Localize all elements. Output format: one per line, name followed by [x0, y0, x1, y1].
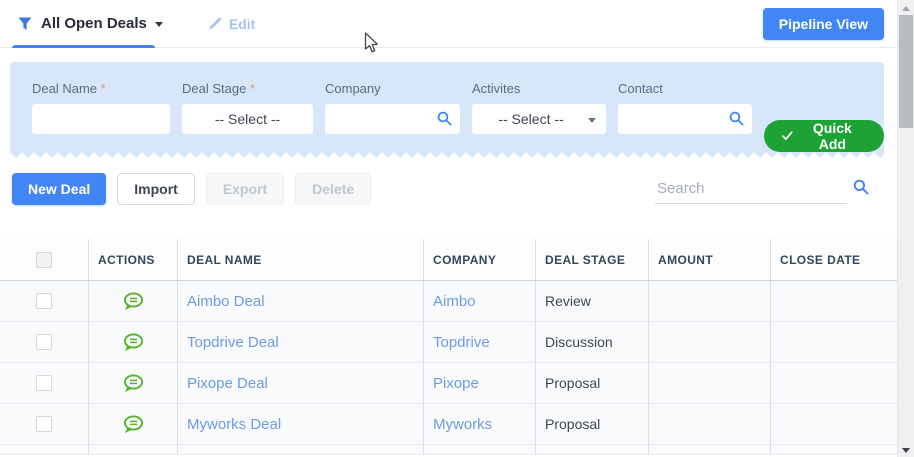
comment-bubble-icon[interactable] — [122, 414, 144, 434]
table-row-partial — [0, 445, 897, 455]
activites-label: Activites — [472, 81, 521, 96]
magnifier-icon[interactable] — [853, 179, 869, 195]
company-link[interactable]: Aimbo — [423, 281, 535, 321]
quick-add-panel: Deal Name * Deal Stage * -- Select -- Co… — [10, 62, 884, 158]
contact-search-wrap — [618, 104, 752, 134]
deal-stage-value: Discussion — [535, 322, 648, 362]
caret-down-icon — [588, 117, 596, 123]
pipeline-view-button[interactable]: Pipeline View — [762, 8, 884, 40]
scroll-up-arrow-icon[interactable] — [902, 6, 910, 11]
active-tab-underline — [12, 44, 155, 48]
amount-value — [648, 363, 770, 403]
check-icon — [782, 131, 793, 140]
scroll-down-arrow-icon[interactable] — [902, 448, 910, 453]
table-row: Aimbo Deal Aimbo Review — [0, 281, 897, 322]
column-header-company: COMPANY — [423, 239, 535, 280]
pencil-icon — [209, 17, 221, 30]
new-deal-button[interactable]: New Deal — [12, 173, 107, 205]
deal-name-link[interactable]: Aimbo Deal — [177, 281, 423, 321]
amount-value — [648, 281, 770, 321]
deal-name-input[interactable] — [32, 104, 170, 134]
column-header-amount: AMOUNT — [648, 239, 770, 280]
column-header-close-date: CLOSE DATE — [770, 239, 897, 280]
vertical-scrollbar[interactable] — [897, 0, 914, 457]
activites-select[interactable]: -- Select -- — [472, 104, 606, 134]
deal-stage-value: Review — [535, 281, 648, 321]
deal-stage-field: Deal Stage * -- Select -- — [182, 81, 313, 152]
magnifier-icon[interactable] — [437, 111, 452, 126]
company-link[interactable]: Pixope — [423, 363, 535, 403]
company-field: Company — [325, 81, 460, 152]
amount-value — [648, 322, 770, 362]
deal-name-link[interactable]: Pixope Deal — [177, 363, 423, 403]
close-date-value — [770, 404, 897, 444]
deals-table: ACTIONS DEAL NAME COMPANY DEAL STAGE AMO… — [0, 239, 897, 455]
table-search-input[interactable] — [655, 177, 847, 204]
export-button[interactable]: Export — [205, 173, 285, 205]
table-toolbar: New Deal Import Export Delete — [12, 173, 897, 205]
company-link[interactable]: Myworks — [423, 404, 535, 444]
quick-add-button[interactable]: Quick Add — [764, 120, 884, 152]
close-date-value — [770, 363, 897, 403]
edit-label: Edit — [228, 15, 256, 32]
deal-name-field: Deal Name * — [32, 81, 170, 152]
content-area: All Open Deals Edit Pipeline View Deal N… — [0, 0, 897, 457]
contact-label: Contact — [618, 81, 663, 96]
contact-field: Contact — [618, 81, 752, 152]
table-row: Pixope Deal Pixope Proposal — [0, 363, 897, 404]
close-date-value — [770, 322, 897, 362]
amount-value — [648, 404, 770, 444]
table-header-row: ACTIONS DEAL NAME COMPANY DEAL STAGE AMO… — [0, 239, 897, 281]
scrollbar-thumb[interactable] — [899, 15, 913, 128]
deal-name-label: Deal Name * — [32, 81, 106, 96]
deal-name-link[interactable]: Topdrive Deal — [177, 322, 423, 362]
company-link[interactable]: Topdrive — [423, 322, 535, 362]
header-checkbox-cell — [0, 239, 88, 280]
deal-name-link[interactable]: Myworks Deal — [177, 404, 423, 444]
view-selector-label: All Open Deals — [41, 15, 147, 32]
activites-field: Activites -- Select -- — [472, 81, 606, 152]
deal-stage-value: Proposal — [535, 363, 648, 403]
table-search — [655, 177, 869, 204]
column-header-deal-stage: DEAL STAGE — [535, 239, 648, 280]
import-button[interactable]: Import — [117, 173, 195, 205]
deal-stage-label: Deal Stage * — [182, 81, 255, 96]
delete-button[interactable]: Delete — [295, 173, 372, 205]
view-selector-all-open-deals[interactable]: All Open Deals — [0, 0, 175, 48]
company-search-wrap — [325, 104, 460, 134]
top-bar: All Open Deals Edit Pipeline View — [0, 0, 897, 48]
select-all-checkbox[interactable] — [36, 251, 52, 268]
deal-stage-select[interactable]: -- Select -- — [182, 104, 313, 134]
comment-bubble-icon[interactable] — [122, 373, 144, 393]
column-header-actions: ACTIONS — [88, 239, 177, 280]
row-checkbox[interactable] — [36, 375, 52, 391]
table-row: Myworks Deal Myworks Proposal — [0, 404, 897, 445]
close-date-value — [770, 281, 897, 321]
caret-down-icon — [154, 22, 163, 27]
row-checkbox[interactable] — [36, 334, 52, 350]
row-checkbox[interactable] — [36, 293, 52, 309]
deals-page: All Open Deals Edit Pipeline View Deal N… — [0, 0, 914, 457]
column-header-deal-name: DEAL NAME — [177, 239, 423, 280]
magnifier-icon[interactable] — [729, 111, 744, 126]
table-row: Topdrive Deal Topdrive Discussion — [0, 322, 897, 363]
deal-stage-value: Proposal — [535, 404, 648, 444]
funnel-icon — [18, 17, 32, 30]
company-label: Company — [325, 81, 381, 96]
edit-view-button[interactable]: Edit — [209, 16, 255, 32]
comment-bubble-icon[interactable] — [122, 291, 144, 311]
row-checkbox[interactable] — [36, 416, 52, 432]
comment-bubble-icon[interactable] — [122, 332, 144, 352]
